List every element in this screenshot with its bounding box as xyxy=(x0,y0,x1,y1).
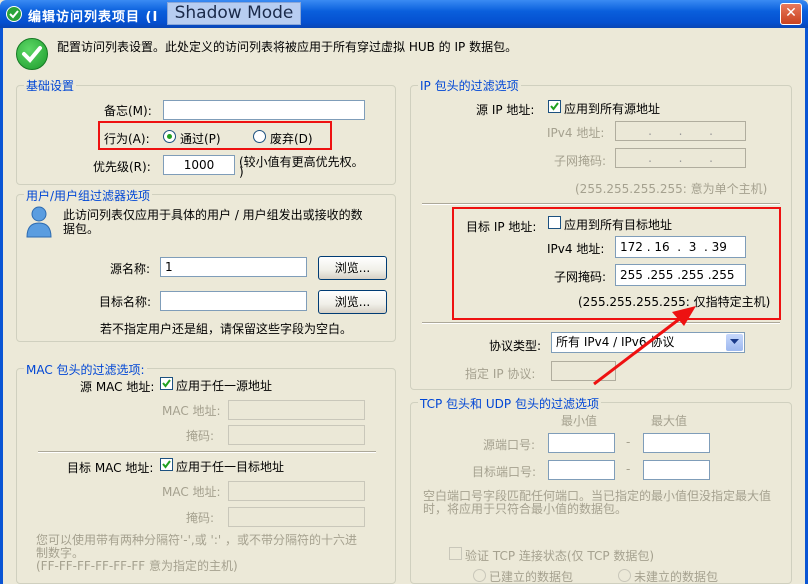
annotation-arrow xyxy=(593,306,696,386)
